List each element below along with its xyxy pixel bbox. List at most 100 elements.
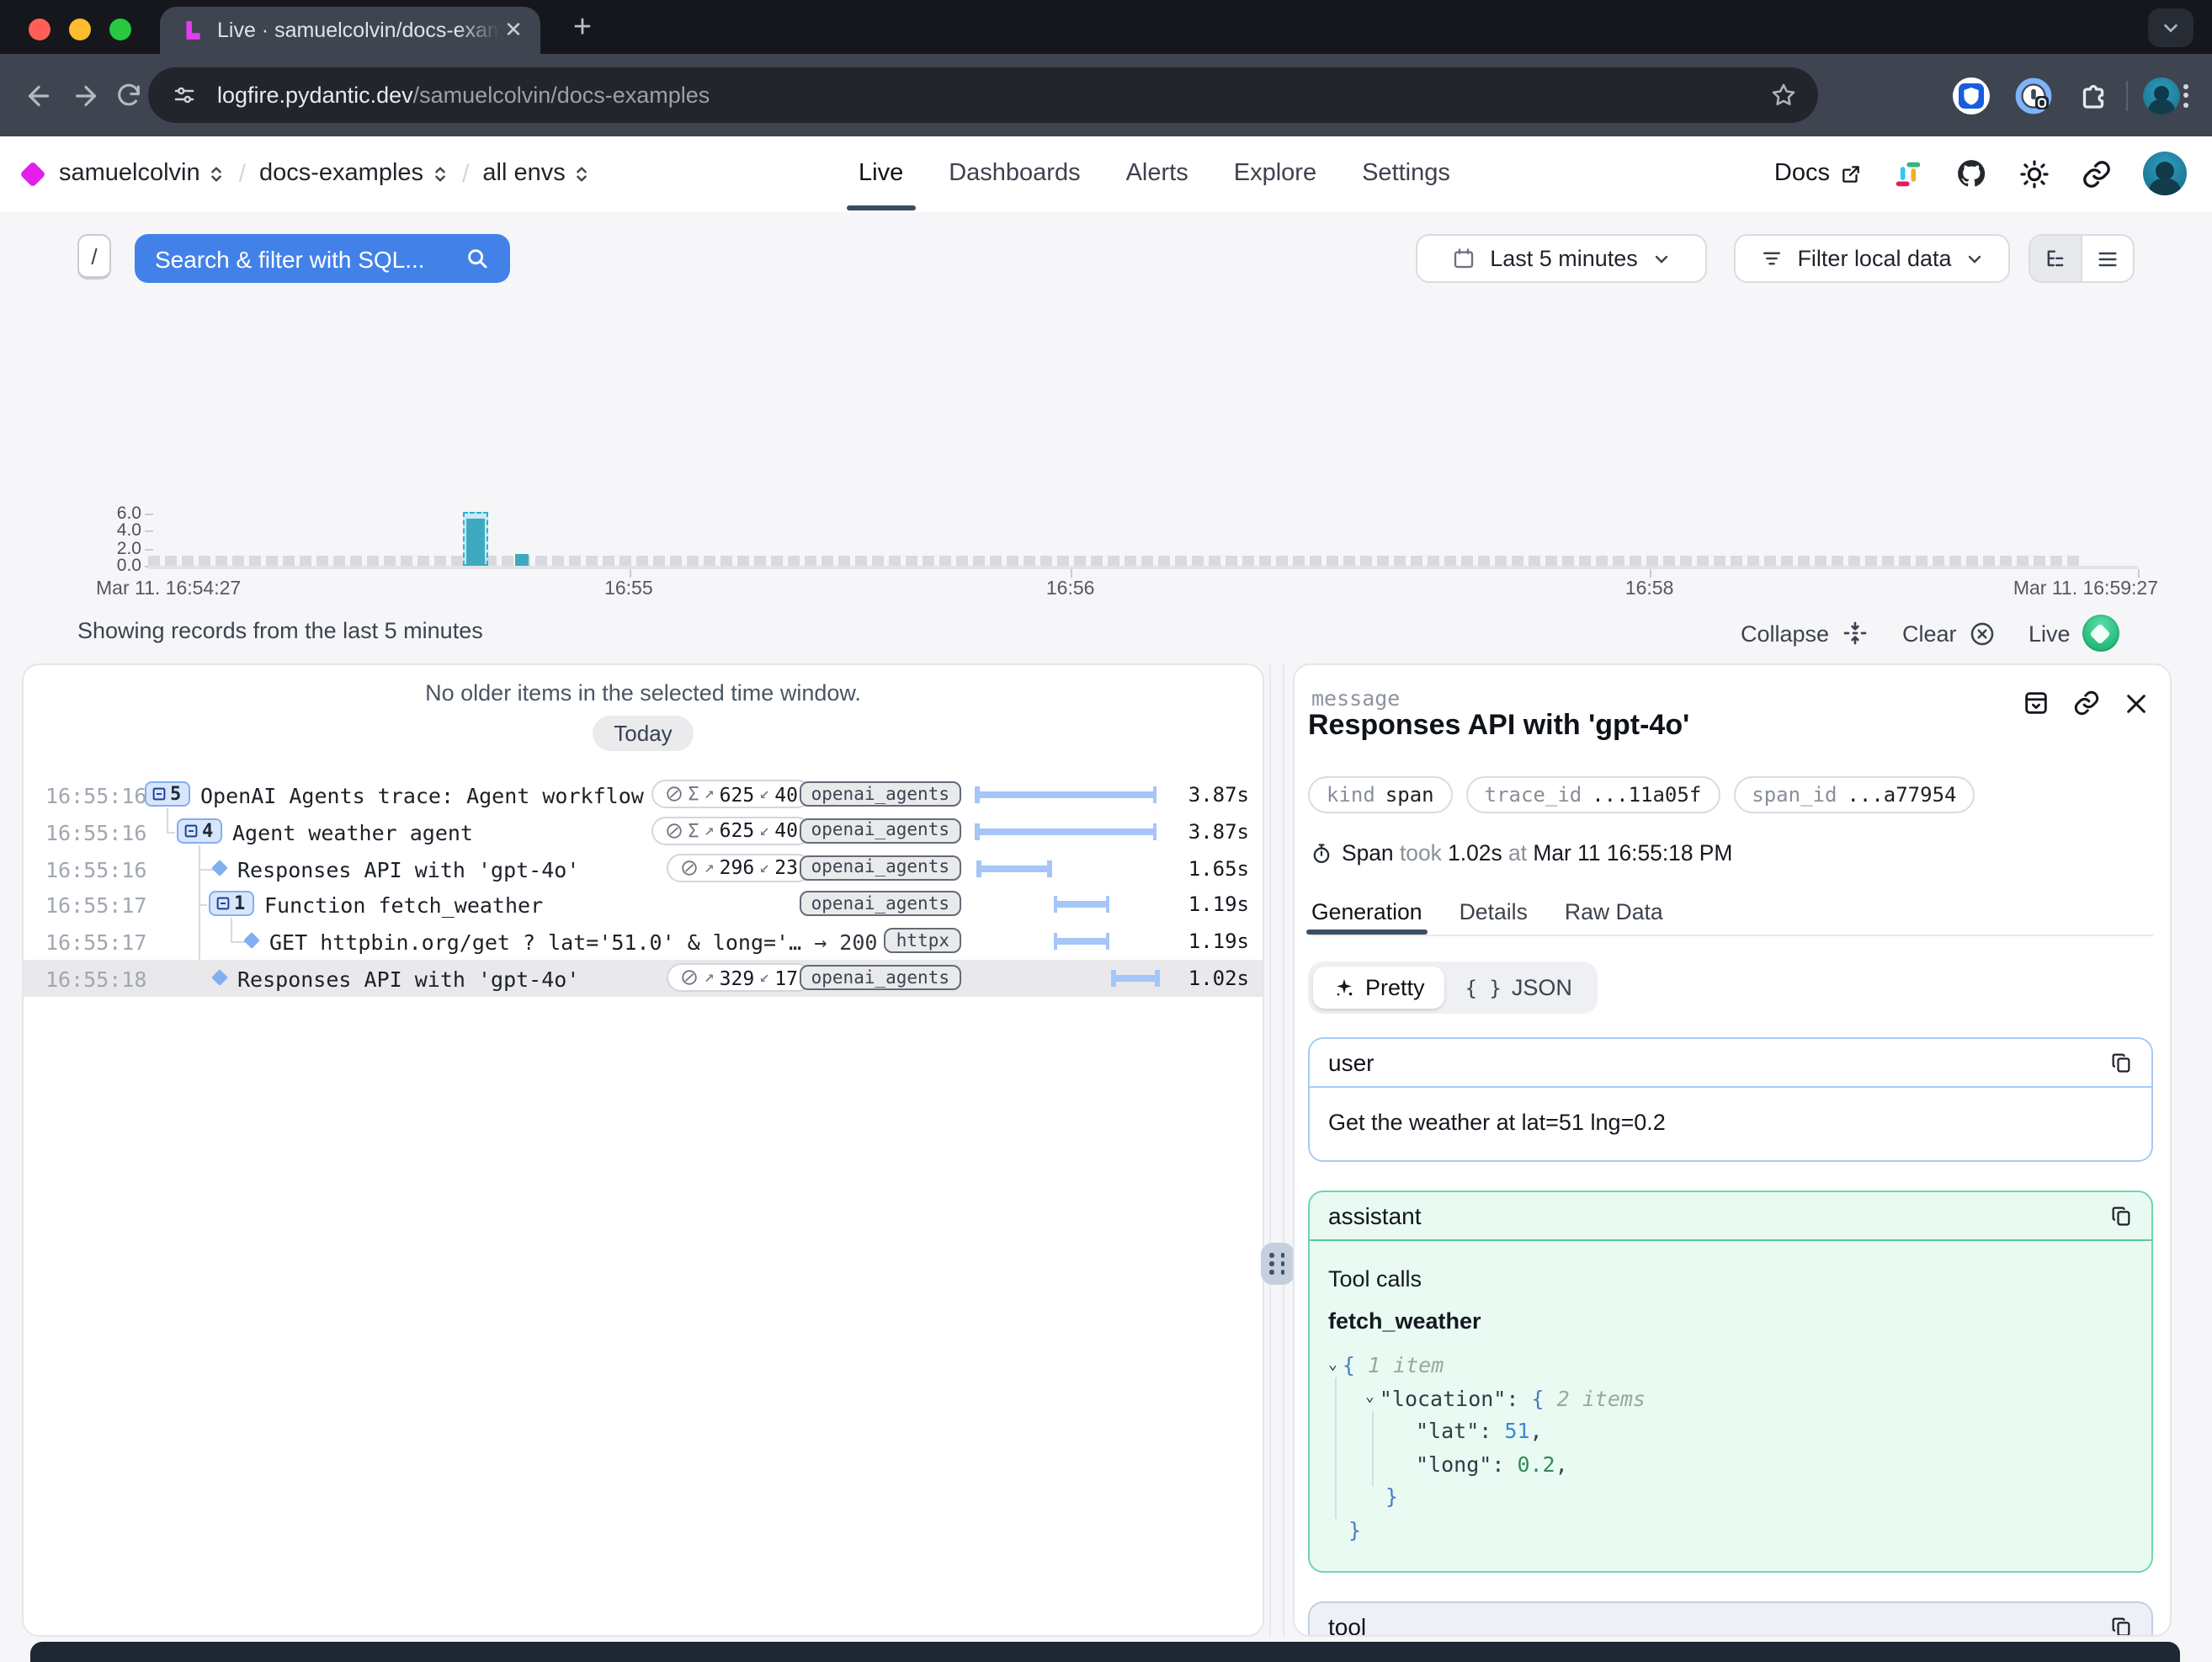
- breadcrumb-env[interactable]: all envs: [482, 160, 590, 187]
- search-filter-button[interactable]: Search & filter with SQL...: [135, 234, 510, 283]
- panel-resize-handle[interactable]: [1261, 1243, 1295, 1285]
- collapse-chevron-icon[interactable]: ⌄: [1365, 1390, 1375, 1407]
- user-avatar[interactable]: [2143, 152, 2187, 195]
- theme-sun-icon[interactable]: [2018, 157, 2050, 189]
- json-line[interactable]: ⌄{ 1 item: [1328, 1349, 2133, 1382]
- minimize-window-button[interactable]: [69, 19, 91, 40]
- scope-tag: openai_agents: [800, 855, 961, 880]
- tab-explore[interactable]: Explore: [1234, 136, 1316, 210]
- time-range-select[interactable]: Last 5 minutes: [1416, 234, 1707, 283]
- forward-icon[interactable]: [67, 77, 103, 113]
- bitwarden-extension-icon[interactable]: [1951, 75, 1991, 115]
- trace-row[interactable]: 16:55:18Responses API with 'gpt-4o'↗329↙…: [24, 960, 1263, 997]
- tab-close-icon[interactable]: ✕: [500, 17, 527, 44]
- share-link-icon[interactable]: [2081, 157, 2113, 189]
- collapse-button[interactable]: Collapse: [1741, 613, 1868, 653]
- message-role-header: assistant: [1310, 1192, 2151, 1241]
- trace-duration: 1.65s: [1172, 856, 1249, 880]
- clear-button[interactable]: Clear: [1902, 613, 1997, 653]
- json-line[interactable]: "lat": 51,: [1328, 1414, 2133, 1447]
- breadcrumb-org[interactable]: samuelcolvin: [59, 160, 226, 187]
- live-toggle[interactable]: Live: [2029, 613, 2119, 653]
- collapse-count-badge[interactable]: 1: [209, 892, 253, 917]
- extensions-puzzle-icon[interactable]: [2076, 77, 2111, 113]
- close-panel-icon[interactable]: [2123, 690, 2150, 716]
- tab-dashboards[interactable]: Dashboards: [949, 136, 1080, 210]
- blocker-extension-icon[interactable]: [2013, 75, 2054, 115]
- site-settings-icon[interactable]: [172, 83, 197, 108]
- detail-tab-details[interactable]: Details: [1460, 891, 1528, 933]
- trace-row[interactable]: 16:55:164Agent weather agentΣ↗625↙40open…: [24, 813, 1263, 850]
- tab-settings[interactable]: Settings: [1362, 136, 1450, 210]
- x-tick: [2138, 569, 2140, 578]
- close-window-button[interactable]: [29, 19, 51, 40]
- message-role: assistant: [1328, 1202, 1422, 1229]
- timeline-chart[interactable]: 6.0 4.0 2.0 0.0 16:5516:5616:58 Mar 11. …: [0, 495, 2212, 616]
- browser-menu-icon[interactable]: [2183, 83, 2188, 107]
- message-role-header: tool: [1310, 1603, 2151, 1635]
- message-list: userGet the weather at lat=51 lng=0.2ass…: [1308, 1037, 2153, 1635]
- tool-args-json: ⌄{ 1 item⌄"location": { 2 items"lat": 51…: [1328, 1349, 2133, 1546]
- github-icon[interactable]: [1954, 157, 1988, 190]
- json-toggle[interactable]: { } JSON: [1445, 967, 1593, 1009]
- archive-span-icon[interactable]: [2022, 689, 2050, 717]
- tree-view-toggle[interactable]: [2030, 236, 2081, 281]
- panel-divider-line: [1283, 663, 1284, 1637]
- trace-row[interactable]: 16:55:16Responses API with 'gpt-4o'↗296↙…: [24, 850, 1263, 887]
- no-older-items-notice: No older items in the selected time wind…: [24, 680, 1263, 706]
- slack-icon[interactable]: [1892, 157, 1924, 189]
- docs-link[interactable]: Docs: [1774, 160, 1862, 187]
- copy-link-icon[interactable]: [2072, 689, 2101, 717]
- calendar-icon: [1451, 246, 1476, 271]
- trace-name: Responses API with 'gpt-4o': [237, 856, 579, 882]
- token-count-badge: ↗329↙17: [667, 963, 811, 992]
- bookmark-star-icon[interactable]: [1769, 81, 1798, 109]
- json-line[interactable]: ⌄"location": { 2 items: [1328, 1382, 2133, 1414]
- duration-bar: [975, 828, 1157, 835]
- trace-row[interactable]: 16:55:17GET httpbin.org/get ? lat='51.0'…: [24, 923, 1263, 960]
- duration-bar-track: [973, 923, 1180, 960]
- collapse-count-badge[interactable]: 5: [145, 781, 189, 807]
- panel-divider-line: [1269, 663, 1271, 1637]
- message-body: Get the weather at lat=51 lng=0.2: [1310, 1088, 2151, 1160]
- json-line[interactable]: }: [1328, 1513, 2133, 1546]
- browser-tab[interactable]: Live · samuelcolvin/docs-examples ✕: [160, 7, 540, 54]
- collapse-count-badge[interactable]: 4: [177, 818, 221, 844]
- tab-alerts[interactable]: Alerts: [1126, 136, 1188, 210]
- breadcrumb-project[interactable]: docs-examples: [259, 160, 449, 187]
- reload-icon[interactable]: [111, 77, 146, 113]
- dock-bar: [30, 1642, 2180, 1662]
- trace-row[interactable]: 16:55:165OpenAI Agents trace: Agent work…: [24, 776, 1263, 813]
- scope-tag: httpx: [885, 928, 961, 953]
- json-line[interactable]: }: [1328, 1480, 2133, 1513]
- today-badge[interactable]: Today: [592, 716, 694, 751]
- copy-icon[interactable]: [2109, 1615, 2133, 1635]
- clear-circle-x-icon: [1969, 619, 1997, 647]
- status-row: Showing records from the last 5 minutes …: [0, 613, 2212, 653]
- copy-icon[interactable]: [2109, 1051, 2133, 1074]
- duration-bar-track: [973, 850, 1180, 887]
- collapse-chevron-icon[interactable]: ⌄: [1328, 1357, 1337, 1374]
- pretty-toggle[interactable]: Pretty: [1313, 967, 1445, 1009]
- url-bar[interactable]: logfire.pydantic.dev/samuelcolvin/docs-e…: [148, 67, 1818, 123]
- zoom-window-button[interactable]: [109, 19, 131, 40]
- local-filter-select[interactable]: Filter local data: [1734, 234, 2010, 283]
- trace-row[interactable]: 16:55:171Function fetch_weatheropenai_ag…: [24, 887, 1263, 924]
- list-view-toggle[interactable]: [2082, 236, 2133, 281]
- tab-search-chevron-icon[interactable]: [2148, 8, 2193, 47]
- y-tick-label: 6.0: [40, 505, 141, 522]
- trace_id-badge: trace_id...11a05f: [1466, 776, 1720, 813]
- external-link-icon: [1840, 162, 1862, 184]
- detail-tab-raw-data[interactable]: Raw Data: [1565, 891, 1663, 933]
- detail-tabs: Generation Details Raw Data: [1311, 891, 1663, 933]
- back-icon[interactable]: [20, 77, 56, 113]
- new-tab-button[interactable]: +: [562, 8, 603, 47]
- json-line[interactable]: "long": 0.2,: [1328, 1447, 2133, 1480]
- trace-time: 16:55:16: [45, 820, 146, 845]
- detail-tab-generation[interactable]: Generation: [1311, 891, 1422, 933]
- tab-live[interactable]: Live: [859, 136, 903, 210]
- window-controls[interactable]: [29, 19, 131, 40]
- browser-profile-avatar[interactable]: [2143, 77, 2180, 114]
- copy-icon[interactable]: [2109, 1204, 2133, 1228]
- token-count-badge: Σ↗625↙40: [651, 780, 811, 808]
